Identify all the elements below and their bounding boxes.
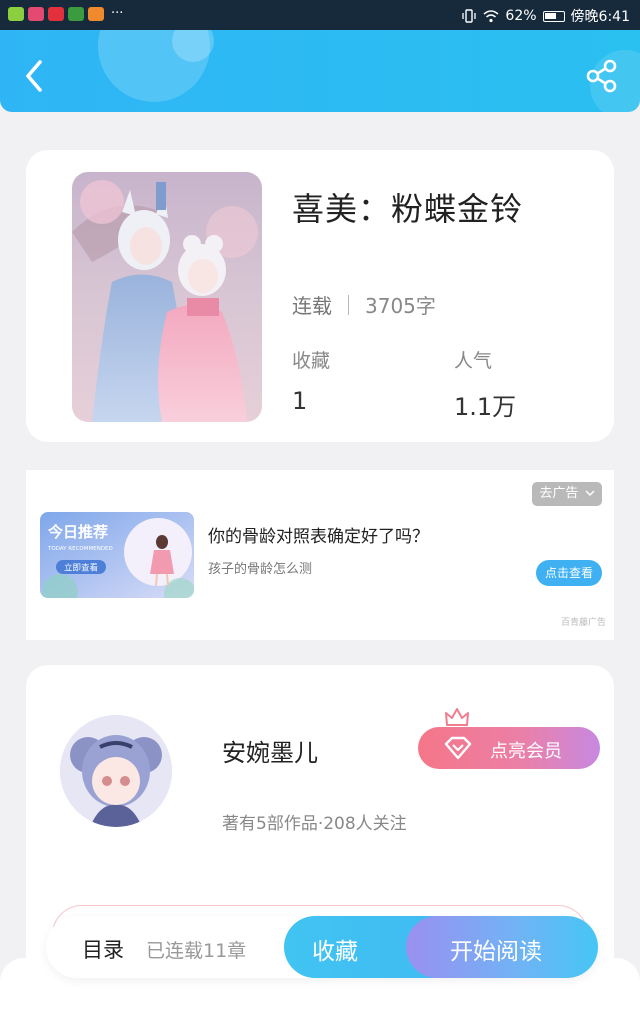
- vibrate-icon: [462, 9, 477, 23]
- app-icon-2: [28, 7, 44, 21]
- popularity-label: 人气: [454, 350, 493, 372]
- book-cover[interactable]: [72, 172, 262, 422]
- favorite-label: 收藏: [312, 939, 358, 965]
- ad-title[interactable]: 你的骨龄对照表确定好了吗？: [208, 522, 429, 547]
- word-count: 3705字: [365, 294, 436, 318]
- app-icon-1: [8, 7, 24, 21]
- ad-subtitle: 孩子的骨龄怎么测: [208, 562, 313, 577]
- favorites-label: 收藏: [292, 350, 331, 372]
- ad-image-cta: 立即查看: [64, 563, 98, 574]
- battery-percent: 62%: [505, 8, 537, 24]
- app-icon-4: [68, 7, 84, 21]
- ad-image[interactable]: 今日推荐 TODAY RECOMMENDED 立即查看: [40, 512, 194, 598]
- ad-source: 百青藤广告: [560, 618, 606, 628]
- back-button[interactable]: [18, 56, 50, 96]
- app-icon-3: [48, 7, 64, 21]
- chevron-left-icon: [26, 60, 42, 92]
- favorites-stat: 收藏 1: [292, 346, 330, 415]
- crown-icon: [444, 707, 470, 729]
- start-reading-button[interactable]: 开始阅读: [406, 916, 598, 978]
- top-header: [0, 30, 640, 112]
- author-meta: 著有5部作品·208人关注: [222, 814, 407, 834]
- popularity-stat: 人气 1.1万: [454, 346, 516, 422]
- status-bar: ··· 62% 傍晚6:41: [0, 0, 640, 30]
- share-button[interactable]: [584, 58, 620, 94]
- ad-cta-button[interactable]: 点击查看: [536, 560, 602, 586]
- wifi-icon: [483, 9, 499, 22]
- clock: 傍晚6:41: [570, 9, 630, 25]
- cover-illustration: [72, 172, 262, 422]
- book-info-card: 喜美：粉蝶金铃 连载 3705字 收藏 1 人气 1.1万: [26, 150, 614, 442]
- diamond-icon: [444, 736, 472, 760]
- remove-ad-button[interactable]: 去广告: [532, 482, 602, 506]
- favorites-value: 1: [292, 387, 308, 415]
- start-reading-label: 开始阅读: [450, 939, 542, 965]
- chevron-down-icon: [585, 490, 595, 497]
- chapter-count[interactable]: 已连载11章: [146, 936, 246, 963]
- ad-image-title: 今日推荐: [47, 523, 108, 541]
- author-avatar[interactable]: [60, 715, 172, 827]
- author-name[interactable]: 安婉墨儿: [222, 733, 318, 768]
- avatar-illustration: [60, 715, 172, 827]
- more-notifications: ···: [111, 6, 124, 21]
- ad-illustration: 今日推荐 TODAY RECOMMENDED 立即查看: [40, 512, 194, 598]
- book-title: 喜美：粉蝶金铃: [292, 190, 524, 228]
- ad-banner[interactable]: 去广告 今日推荐 TODAY RECOMMENDED 立即查看 你的骨龄对照表确…: [26, 470, 614, 640]
- toc-button[interactable]: 目录: [82, 934, 124, 964]
- divider: [348, 294, 349, 315]
- vip-button[interactable]: 点亮会员: [418, 727, 600, 769]
- battery-icon: [542, 10, 565, 22]
- share-icon: [586, 59, 617, 93]
- ad-image-subtitle: TODAY RECOMMENDED: [47, 546, 113, 552]
- notification-icons: ···: [8, 7, 123, 21]
- serial-status: 连载: [292, 294, 332, 318]
- app-icon-5: [88, 7, 104, 21]
- vip-label: 点亮会员: [490, 741, 562, 762]
- popularity-value: 1.1万: [454, 393, 517, 421]
- bottom-action-bar: 目录 已连载11章 收藏 开始阅读: [46, 916, 598, 978]
- remove-ad-label: 去广告: [539, 486, 579, 501]
- book-status-row: 连载 3705字: [292, 290, 436, 319]
